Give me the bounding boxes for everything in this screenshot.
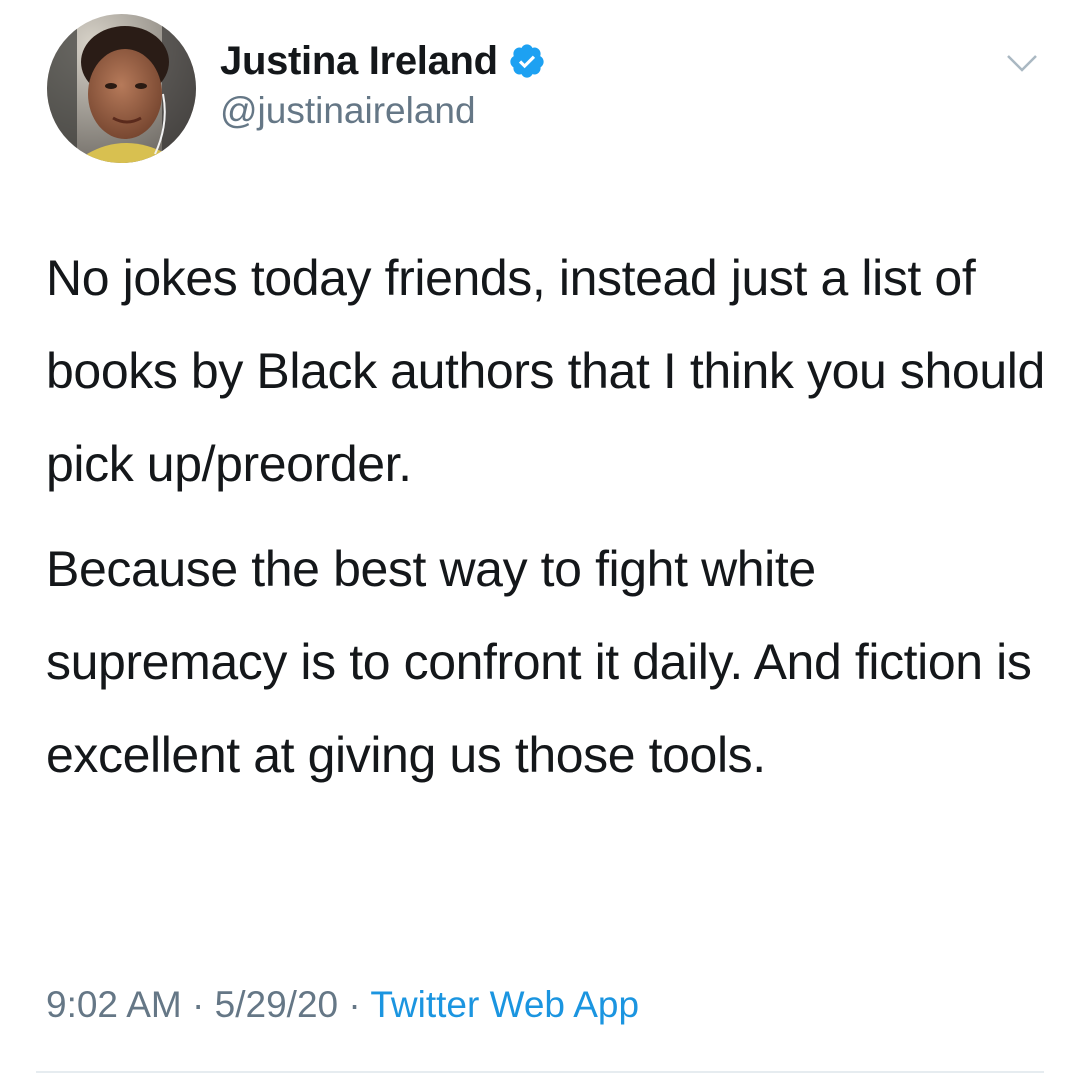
tweet-time[interactable]: 9:02 AM xyxy=(46,984,182,1025)
verified-badge-icon xyxy=(510,44,544,78)
tweet-text: No jokes today friends, instead just a l… xyxy=(46,232,1046,802)
tweet-source-link[interactable]: Twitter Web App xyxy=(370,984,639,1025)
tweet-card: Justina Ireland @justinaireland No jokes… xyxy=(0,0,1080,1080)
divider xyxy=(36,1071,1044,1073)
meta-separator: · xyxy=(348,984,361,1025)
avatar[interactable] xyxy=(47,14,196,163)
chevron-down-icon[interactable] xyxy=(1002,50,1042,76)
author-name-row: Justina Ireland xyxy=(220,36,546,86)
tweet-paragraph-2: Because the best way to fight white supr… xyxy=(46,541,1032,783)
profile-photo-icon xyxy=(47,14,196,163)
tweet-paragraph-1: No jokes today friends, instead just a l… xyxy=(46,250,1045,492)
tweet-meta: 9:02 AM · 5/29/20 · Twitter Web App xyxy=(46,980,639,1030)
meta-separator: · xyxy=(192,984,205,1025)
display-name[interactable]: Justina Ireland xyxy=(220,36,498,86)
author-handle[interactable]: @justinaireland xyxy=(220,88,476,134)
tweet-date[interactable]: 5/29/20 xyxy=(215,984,338,1025)
